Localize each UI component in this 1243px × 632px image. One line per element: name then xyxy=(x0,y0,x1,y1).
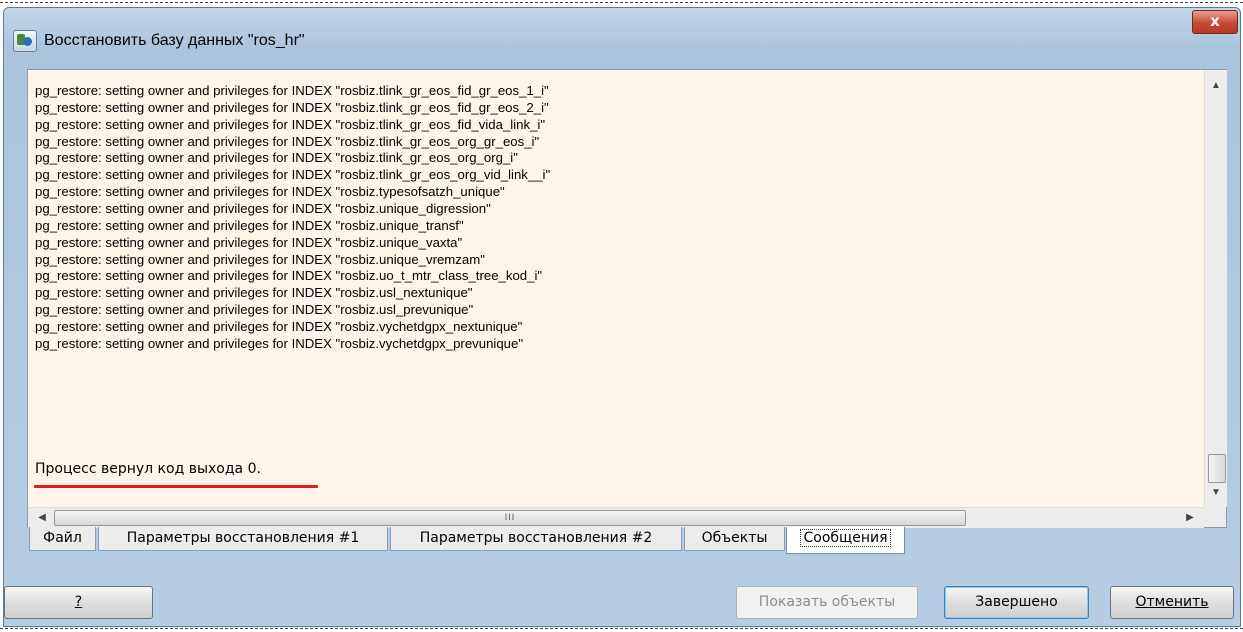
show-objects-button[interactable]: Показать объекты xyxy=(736,586,918,619)
log-line: pg_restore: setting owner and privileges… xyxy=(35,268,543,284)
help-button-label: ? xyxy=(74,594,83,610)
tab-messages[interactable]: Сообщения xyxy=(786,527,905,554)
log-line: pg_restore: setting owner and privileges… xyxy=(35,217,464,233)
cancel-button-label: Отменить xyxy=(1135,594,1209,610)
log-line: pg_restore: setting owner and privileges… xyxy=(35,302,474,318)
horizontal-scrollbar[interactable]: ◀ III ▶ xyxy=(28,507,1204,528)
tab-file[interactable]: Файл xyxy=(29,527,96,551)
log-line: pg_restore: setting owner and privileges… xyxy=(35,319,523,335)
red-underline-annotation xyxy=(34,485,318,488)
log-line: pg_restore: setting owner and privileges… xyxy=(35,335,524,351)
restore-dialog: Восстановить базу данных "ros_hr" x pg_r… xyxy=(3,7,1241,627)
tab-restore-options-1[interactable]: Параметры восстановления #1 xyxy=(98,527,388,551)
log-line: pg_restore: setting owner and privileges… xyxy=(35,167,551,183)
tab-messages-label: Сообщения xyxy=(800,529,891,547)
scroll-left-arrow-icon[interactable]: ◀ xyxy=(32,508,52,528)
close-button[interactable]: x xyxy=(1192,10,1238,34)
log-line: pg_restore: setting owner and privileges… xyxy=(35,150,518,166)
tab-objects[interactable]: Объекты xyxy=(684,527,785,551)
cancel-button[interactable]: Отменить xyxy=(1110,586,1234,619)
log-line: pg_restore: setting owner and privileges… xyxy=(35,116,546,132)
horizontal-scroll-thumb[interactable]: III xyxy=(54,510,966,526)
window-title: Восстановить базу данных "ros_hr" xyxy=(44,32,305,49)
log-line: pg_restore: setting owner and privileges… xyxy=(35,234,463,250)
title-bar: Восстановить базу данных "ros_hr" x xyxy=(4,8,1240,68)
vertical-scroll-thumb[interactable] xyxy=(1208,454,1226,483)
scroll-up-arrow-icon[interactable]: ▲ xyxy=(1205,76,1227,96)
scroll-down-arrow-icon[interactable]: ▼ xyxy=(1205,483,1227,503)
done-button[interactable]: Завершено xyxy=(944,586,1089,619)
log-line: pg_restore: setting owner and privileges… xyxy=(35,133,540,149)
top-dashed-border xyxy=(0,2,1243,3)
exit-code-message: Процесс вернул код выхода 0. xyxy=(35,461,261,477)
bottom-dashed-border xyxy=(0,628,1243,629)
log-line: pg_restore: setting owner and privileges… xyxy=(35,184,505,200)
vertical-scrollbar[interactable]: ▲ ▼ xyxy=(1204,70,1227,507)
scroll-right-arrow-icon[interactable]: ▶ xyxy=(1180,508,1200,528)
log-line: pg_restore: setting owner and privileges… xyxy=(35,285,473,301)
help-button[interactable]: ? xyxy=(4,586,153,619)
tab-restore-options-2[interactable]: Параметры восстановления #2 xyxy=(390,527,682,551)
log-line: pg_restore: setting owner and privileges… xyxy=(35,99,549,115)
log-line: pg_restore: setting owner and privileges… xyxy=(35,83,549,98)
messages-log[interactable]: pg_restore: setting owner and privileges… xyxy=(27,69,1227,528)
log-line: pg_restore: setting owner and privileges… xyxy=(35,251,485,267)
log-line: pg_restore: setting owner and privileges… xyxy=(35,201,491,217)
scrollbar-corner xyxy=(1204,507,1226,527)
log-lines: pg_restore: setting owner and privileges… xyxy=(35,83,1195,353)
restore-database-icon xyxy=(13,30,37,52)
